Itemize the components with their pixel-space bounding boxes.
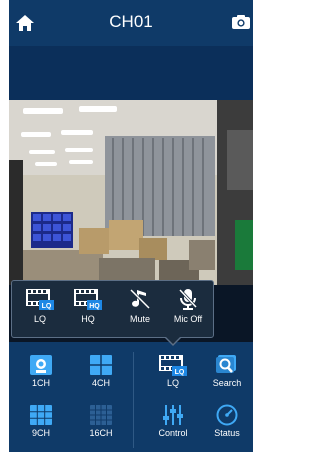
film-lq-icon: LQ [26,289,54,310]
film-hq-icon: HQ [74,289,102,310]
status-gauge-icon [216,404,238,426]
search-button[interactable]: Search [199,354,253,388]
bottom-toolbar: 1CH 4CH 9CH 16CH LQ LQ Search Control St… [9,346,253,452]
search-icon [216,355,236,373]
music-mute-icon [129,288,151,310]
single-channel-icon [30,355,52,375]
popup-item-label: Mic Off [173,314,203,324]
toolbar-label: 4CH [91,378,110,388]
toolbar-label: Control [158,428,188,438]
toolbar-label: 1CH [31,378,50,388]
live-video-feed[interactable] [9,100,253,285]
svg-text:LQ: LQ [175,369,185,376]
svg-text:HQ: HQ [89,303,100,310]
popup-item-label: HQ [81,314,95,324]
control-button[interactable]: Control [145,404,201,438]
video-top-band [9,46,253,100]
status-button[interactable]: Status [199,404,253,438]
layout-4ch-button[interactable]: 4CH [73,354,129,388]
stream-options-popup: LQ LQ HQ HQ Mute Mic Off [11,280,214,346]
page-title: CH01 [109,12,153,31]
camera-icon[interactable] [231,14,251,30]
popup-item-lq[interactable]: LQ LQ [16,287,64,324]
toolbar-label: Status [214,428,240,438]
nine-channel-icon [30,405,52,425]
layout-1ch-button[interactable]: 1CH [13,354,69,388]
popup-item-label: LQ [33,314,46,324]
sixteen-channel-icon [90,405,112,425]
quad-channel-icon [90,355,112,375]
popup-item-hq[interactable]: HQ HQ [64,287,112,324]
toolbar-label: LQ [166,378,179,388]
popup-item-mic-off[interactable]: Mic Off [164,287,212,324]
film-lq-icon: LQ [159,355,187,376]
svg-text:LQ: LQ [42,303,52,310]
popup-item-mute[interactable]: Mute [116,287,164,324]
toolbar-label: Search [212,378,242,388]
top-bar: CH01 [9,0,253,46]
control-sliders-icon [163,405,183,425]
popup-pointer [164,336,182,346]
layout-9ch-button[interactable]: 9CH [13,404,69,438]
layout-16ch-button[interactable]: 16CH [73,404,129,438]
quality-lq-button[interactable]: LQ LQ [145,354,201,388]
toolbar-label: 9CH [31,428,50,438]
mic-off-icon [178,288,198,310]
toolbar-divider [133,352,134,448]
app-screen: CH01 LQ LQ HQ HQ Mute Mic Off 1CH 4CH 9C… [9,0,253,452]
toolbar-label: 16CH [89,428,113,438]
popup-item-label: Mute [129,314,150,324]
